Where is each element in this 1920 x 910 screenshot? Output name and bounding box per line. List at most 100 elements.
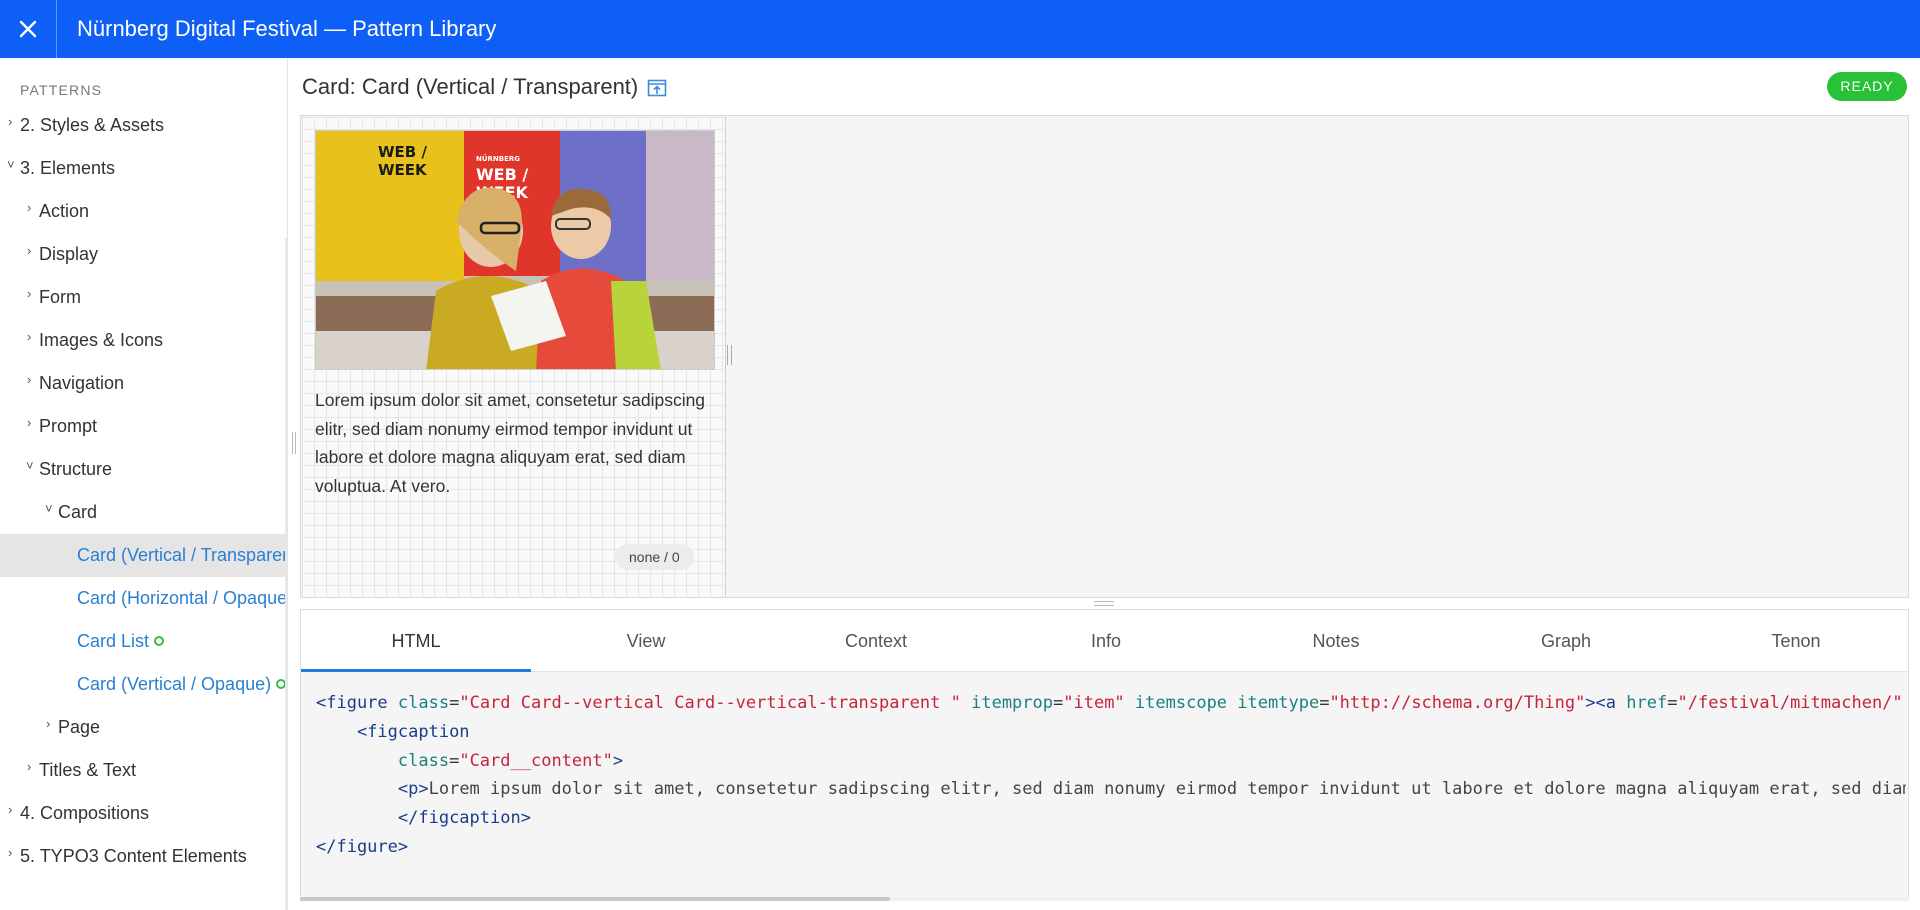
sidebar-item-label: 5. TYPO3 Content Elements (20, 846, 247, 866)
sidebar-item-compositions[interactable]: › 4. Compositions (0, 792, 287, 835)
chevron-right-icon: › (27, 200, 32, 215)
chevron-down-icon: ˅ (26, 458, 34, 473)
chevron-right-icon: › (8, 114, 13, 129)
sidebar-item-titles-text[interactable]: › Titles & Text (0, 749, 287, 792)
sidebar-item-structure[interactable]: ˅ Structure (0, 448, 287, 491)
sidebar-item-label: Card (Vertical / Opaque) (77, 674, 272, 694)
code-line: <figure class="Card Card--vertical Card-… (316, 693, 1903, 713)
sidebar-item-typo3-content-elements[interactable]: › 5. TYPO3 Content Elements (0, 835, 287, 878)
code-line: </figure> (316, 833, 1906, 862)
code-token: <p> (397, 779, 429, 800)
sidebar-resize-handle[interactable] (292, 432, 296, 454)
code-token: > (612, 750, 624, 771)
sidebar-item-label: Prompt (39, 416, 98, 436)
tab-graph[interactable]: Graph (1451, 610, 1681, 672)
sidebar-item-label: Titles & Text (39, 760, 137, 780)
code-token: class (397, 750, 450, 771)
chevron-right-icon: › (27, 329, 32, 344)
sidebar-item-label: Card List (77, 631, 150, 651)
code-token: "http://schema.org/Thing" (1329, 693, 1586, 713)
sidebar-item-form[interactable]: › Form (0, 276, 287, 319)
scrollbar-thumb[interactable] (300, 897, 890, 901)
code-token: itemscope (1134, 693, 1228, 713)
tab-notes[interactable]: Notes (1221, 610, 1451, 672)
tab-context[interactable]: Context (761, 610, 991, 672)
chevron-right-icon: › (27, 415, 32, 430)
breakpoint-label: none / 0 (615, 544, 694, 570)
sidebar-item-label: Card (Vertical / Transparent) (77, 545, 287, 565)
chevron-right-icon: › (46, 716, 51, 731)
sidebar-item-page[interactable]: › Page (0, 706, 287, 749)
sidebar-item-label: Form (39, 287, 81, 307)
tab-info[interactable]: Info (991, 610, 1221, 672)
preview-viewport: WEB / WEEK NÜRNBERG WEB / WEEK Lorem ips… (302, 117, 726, 597)
code-token: itemprop (971, 693, 1053, 713)
code-token: itemtype (1237, 693, 1320, 713)
sidebar-item-card-vertical-transparent[interactable]: Card (Vertical / Transparent) (0, 534, 287, 577)
code-token: Lorem ipsum dolor sit amet, consetetur s… (428, 779, 1906, 800)
card-text: Lorem ipsum dolor sit amet, consetetur s… (315, 390, 706, 496)
code-line: <p>Lorem ipsum dolor sit amet, consetetu… (316, 775, 1906, 804)
code-token: "item" (1063, 693, 1125, 713)
code-token: "Card Card--vertical Card--vertical-tran… (459, 693, 961, 713)
chevron-down-icon: ˅ (45, 501, 53, 516)
code-token: </figure> (316, 836, 409, 857)
chevron-right-icon: › (8, 802, 13, 817)
panel-tabs: HTML View Context Info Notes Graph Tenon (301, 610, 1908, 672)
viewport-resize-handle[interactable] (727, 345, 732, 365)
sidebar-scrollbar[interactable] (285, 238, 287, 910)
sidebar-item-label: Navigation (39, 373, 125, 393)
sidebar-item-label: 2. Styles & Assets (20, 115, 165, 135)
app-title: Nürnberg Digital Festival — Pattern Libr… (77, 16, 497, 41)
status-badge: READY (1827, 72, 1907, 101)
sidebar-item-images-icons[interactable]: › Images & Icons (0, 319, 287, 362)
open-in-new-window-icon[interactable] (647, 78, 667, 98)
sidebar-item-label: Display (39, 244, 99, 264)
sidebar-item-label: 4. Compositions (20, 803, 150, 823)
right-gutter (1909, 58, 1920, 910)
chevron-right-icon: › (27, 759, 32, 774)
chevron-right-icon: › (27, 243, 32, 258)
code-horizontal-scrollbar[interactable] (300, 897, 1909, 901)
code-token: ><a (1585, 693, 1617, 713)
sidebar-item-label: 3. Elements (20, 158, 116, 178)
tab-view[interactable]: View (531, 610, 761, 672)
code-token: <figure (316, 693, 388, 713)
code-token: "Card__content" (459, 750, 613, 771)
sidebar-item-card-list[interactable]: Card List (0, 620, 287, 663)
chevron-right-icon: › (27, 286, 32, 301)
status-ready-icon (154, 636, 165, 646)
code-line: </figcaption> (316, 804, 1906, 833)
app-header: Nürnberg Digital Festival — Pattern Libr… (0, 0, 1920, 58)
code-token: href (1626, 693, 1668, 713)
sidebar-item-display[interactable]: › Display (0, 233, 287, 276)
tab-html[interactable]: HTML (301, 610, 531, 672)
sidebar-item-card-horizontal-opaque[interactable]: Card (Horizontal / Opaque) (0, 577, 287, 620)
chevron-down-icon: ˅ (7, 157, 15, 172)
html-code-block: <figure class="Card Card--vertical Card-… (316, 689, 1906, 889)
svg-text:WEB /: WEB / (476, 165, 528, 184)
pane-resize-handle[interactable] (1094, 601, 1114, 606)
pattern-preview: WEB / WEEK NÜRNBERG WEB / WEEK Lorem ips… (300, 115, 1909, 598)
code-token: "/festival/mitmachen/" (1677, 693, 1903, 713)
sidebar-item-label: Page (58, 717, 101, 737)
sidebar-item-label: Action (39, 201, 90, 221)
sidebar-item-styles-assets[interactable]: › 2. Styles & Assets (0, 104, 287, 147)
code-line: class="Card__content"> (397, 750, 624, 771)
banner-text-line: WEB / (378, 143, 427, 161)
sidebar-item-card-vertical-opaque[interactable]: Card (Vertical / Opaque) (0, 663, 287, 706)
sidebar-item-prompt[interactable]: › Prompt (0, 405, 287, 448)
code-panel: HTML View Context Info Notes Graph Tenon… (300, 609, 1909, 899)
card-image: WEB / WEEK NÜRNBERG WEB / WEEK (315, 130, 715, 370)
tab-tenon[interactable]: Tenon (1681, 610, 1911, 672)
sidebar-item-elements[interactable]: ˅ 3. Elements (0, 147, 287, 190)
sidebar-item-action[interactable]: › Action (0, 190, 287, 233)
banner-text-line: WEEK (378, 161, 428, 179)
close-button[interactable] (0, 0, 57, 58)
code-token: </figcaption> (397, 808, 531, 829)
sidebar-item-label: Structure (39, 459, 113, 479)
code-token: class (397, 693, 450, 713)
sidebar-item-card[interactable]: ˅ Card (0, 491, 287, 534)
sidebar-item-navigation[interactable]: › Navigation (0, 362, 287, 405)
code-token: <figcaption (356, 721, 470, 742)
